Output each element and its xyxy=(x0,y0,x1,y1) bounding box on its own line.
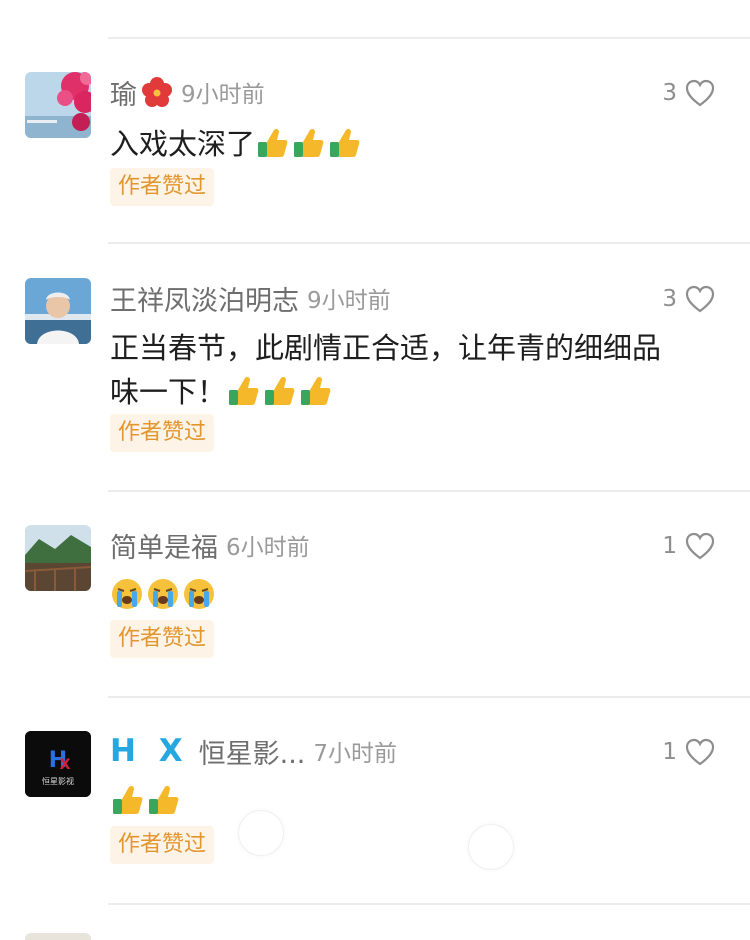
avatar[interactable] xyxy=(25,933,91,940)
like-count: 3 xyxy=(662,80,677,106)
loading-spinner xyxy=(468,824,514,870)
thumbs-up-icon xyxy=(110,783,144,817)
thumbs-up-icon xyxy=(291,126,325,160)
crying-face-icon xyxy=(182,577,216,611)
elderly-man-avatar-image xyxy=(25,278,91,344)
comment-header: H X 恒星影... 7小时前 xyxy=(110,731,397,771)
like-count: 1 xyxy=(662,533,677,559)
divider xyxy=(108,242,750,244)
divider xyxy=(108,903,750,905)
svg-text:X: X xyxy=(60,757,71,773)
like-button[interactable]: 3 xyxy=(662,282,715,316)
timestamp: 9小时前 xyxy=(307,288,391,314)
thumbs-up-icon xyxy=(298,374,332,408)
thumbs-up-icon xyxy=(262,374,296,408)
like-count: 3 xyxy=(662,286,677,312)
like-button[interactable]: 1 xyxy=(662,735,715,769)
hengxing-logo-avatar-image: H X xyxy=(25,731,91,797)
avatar[interactable] xyxy=(25,525,91,591)
username-prefix: H X xyxy=(110,733,189,769)
avatar[interactable] xyxy=(25,72,91,138)
author-liked-badge: 作者赞过 xyxy=(110,414,215,452)
hibiscus-icon xyxy=(141,76,173,108)
avatar[interactable]: H X 恒星影视 xyxy=(25,731,91,797)
comment-text xyxy=(110,779,722,823)
divider xyxy=(108,490,750,492)
divider xyxy=(108,37,750,39)
avatar-logo-text: 恒星影视 xyxy=(42,777,74,786)
heart-icon xyxy=(685,79,715,107)
comment-text xyxy=(110,573,722,617)
comment-text-line: 入戏太深了 xyxy=(110,127,256,161)
like-count: 1 xyxy=(662,739,677,765)
comment-header: 王祥凤淡泊明志 9小时前 xyxy=(110,278,391,318)
comment-text-line: 正当春节，此剧情正合适，让年青的细细品 xyxy=(110,331,662,365)
thumbs-up-icon xyxy=(146,783,180,817)
thumbs-up-icon xyxy=(226,374,260,408)
username[interactable]: 瑜 xyxy=(110,73,137,112)
username[interactable]: 王祥凤淡泊明志 xyxy=(110,279,299,318)
avatar[interactable] xyxy=(25,278,91,344)
heart-icon xyxy=(685,738,715,766)
divider xyxy=(108,696,750,698)
timestamp: 9小时前 xyxy=(181,82,265,108)
like-button[interactable]: 1 xyxy=(662,529,715,563)
username[interactable]: 简单是福 xyxy=(110,526,218,565)
comment-text-line: 味一下！ xyxy=(110,375,227,409)
crying-face-icon xyxy=(146,577,180,611)
heart-icon xyxy=(685,285,715,313)
username[interactable]: 恒星影... xyxy=(199,732,306,771)
mountain-bridge-avatar-image xyxy=(25,525,91,591)
thumbs-up-icon xyxy=(255,126,289,160)
comment-text: 入戏太深了 xyxy=(110,122,722,166)
author-liked-badge: 作者赞过 xyxy=(110,620,215,658)
thumbs-up-icon xyxy=(327,126,361,160)
flowers-lake-avatar-image xyxy=(25,72,91,138)
loading-spinner xyxy=(238,810,284,856)
author-liked-badge: 作者赞过 xyxy=(110,168,215,206)
comment-text: 正当春节，此剧情正合适，让年青的细细品 味一下！ xyxy=(110,326,722,414)
like-button[interactable]: 3 xyxy=(662,76,715,110)
heart-icon xyxy=(685,532,715,560)
crying-face-icon xyxy=(110,577,144,611)
timestamp: 6小时前 xyxy=(226,535,310,561)
timestamp: 7小时前 xyxy=(313,741,398,767)
author-liked-badge: 作者赞过 xyxy=(110,826,215,864)
comment-header: 瑜 9小时前 xyxy=(110,72,265,112)
comment-header: 简单是福 6小时前 xyxy=(110,525,310,565)
